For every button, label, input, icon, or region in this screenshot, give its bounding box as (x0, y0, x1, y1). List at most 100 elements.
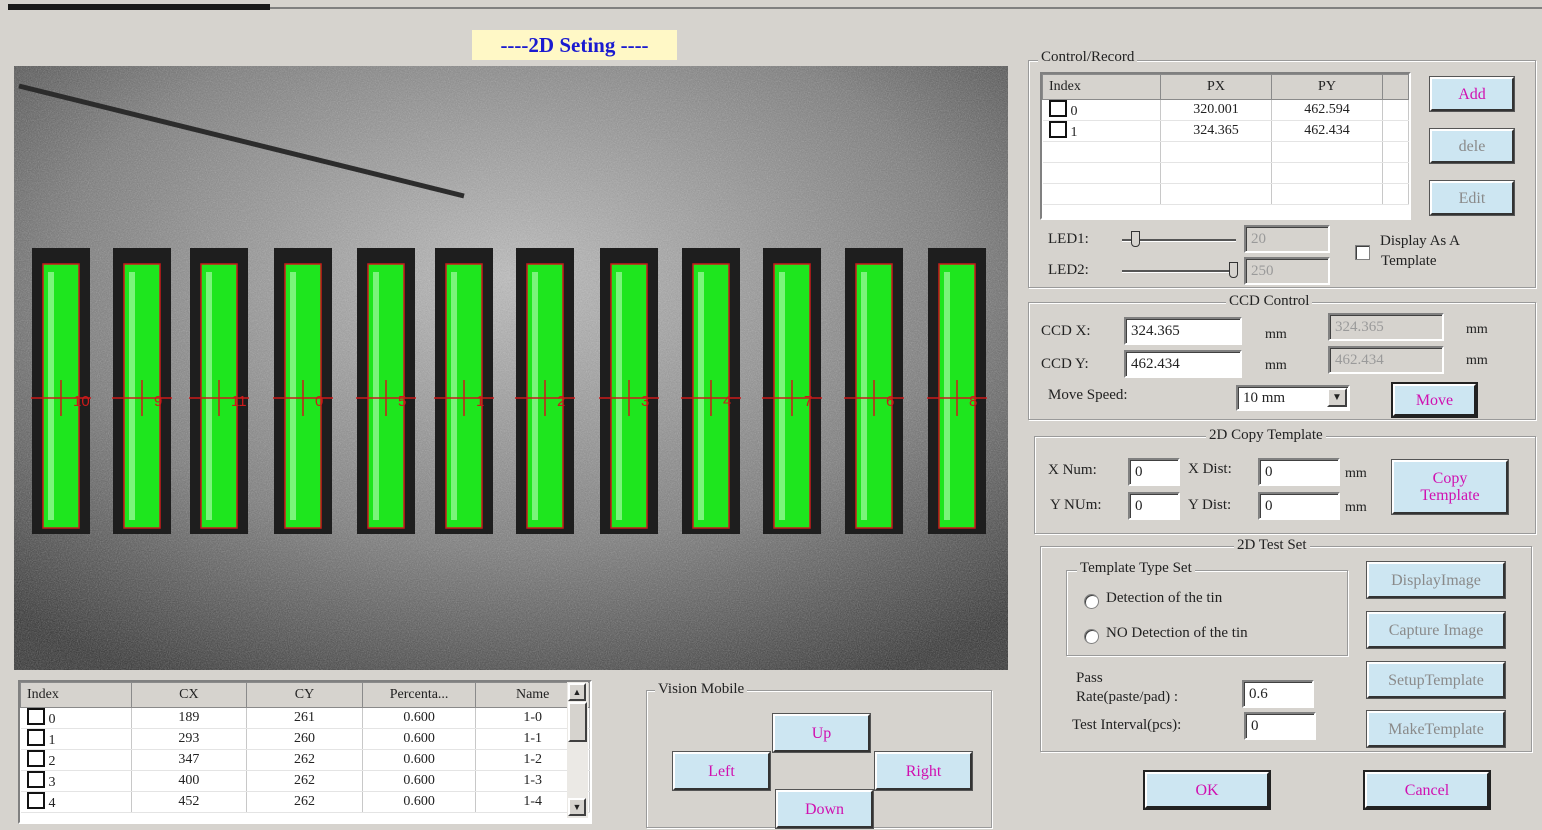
test-interval-input[interactable]: 0 (1244, 712, 1316, 740)
col-py[interactable]: PY (1271, 74, 1383, 100)
row-checkbox[interactable] (26, 750, 45, 767)
table-row[interactable] (1042, 183, 1409, 205)
no-detection-tin-radio[interactable] (1084, 629, 1099, 644)
empty-cell (1271, 183, 1383, 205)
ccd-control-legend: CCD Control (1226, 293, 1313, 310)
x-dist-label: X Dist: (1188, 461, 1232, 477)
led2-slider-thumb[interactable] (1229, 262, 1238, 278)
table-row[interactable]: 3 400 262 0.600 1-3 (20, 770, 590, 792)
scroll-down-icon[interactable]: ▼ (568, 798, 586, 816)
move-up-button[interactable]: Up (772, 713, 871, 753)
ok-button[interactable]: OK (1143, 770, 1271, 810)
move-button[interactable]: Move (1391, 382, 1478, 418)
row-px: 324.365 (1160, 120, 1272, 142)
add-button[interactable]: Add (1429, 76, 1515, 112)
row-checkbox[interactable] (26, 729, 45, 746)
row-checkbox[interactable] (26, 771, 45, 788)
row-index[interactable]: 0 (20, 707, 132, 729)
table-row[interactable]: 0 320.001 462.594 (1042, 99, 1409, 121)
y-dist-input[interactable]: 0 (1258, 492, 1340, 520)
copy-template-label-2: Template (1420, 487, 1480, 504)
row-percentage: 0.600 (362, 728, 477, 750)
control-record-legend: Control/Record (1038, 49, 1138, 66)
col-percentage[interactable]: Percenta... (361, 682, 477, 708)
copy-template-button[interactable]: Copy Template (1391, 459, 1509, 515)
display-as-template-label: Display As A (1380, 233, 1461, 249)
delete-button[interactable]: dele (1429, 128, 1515, 164)
ccd-x-readout-unit: mm (1466, 322, 1488, 337)
pad-highlight (779, 272, 785, 520)
result-table[interactable]: Index CX CY Percenta... Name 0 189 261 0.60… (18, 680, 592, 824)
detection-tin-label: Detection of the tin (1106, 590, 1223, 606)
row-index[interactable]: 2 (20, 749, 132, 771)
col-px[interactable]: PX (1160, 74, 1272, 100)
table-row[interactable]: 1 293 260 0.600 1-1 (20, 728, 590, 750)
pad-highlight (451, 272, 457, 520)
capture-image-button[interactable]: Capture Image (1366, 611, 1506, 649)
x-num-input[interactable]: 0 (1128, 458, 1180, 486)
y-num-input[interactable]: 0 (1128, 492, 1180, 520)
move-left-button[interactable]: Left (672, 751, 771, 791)
row-checkbox[interactable] (1048, 121, 1067, 138)
solder-pad: 0 (273, 248, 333, 534)
table-row[interactable]: 4 452 262 0.600 1-4 (20, 791, 590, 813)
row-checkbox[interactable] (1048, 100, 1067, 117)
ccd-y-readout: 462.434 (1328, 346, 1444, 374)
led1-label: LED1: (1048, 231, 1089, 247)
edit-button[interactable]: Edit (1429, 180, 1515, 216)
ccd-x-label: CCD X: (1041, 323, 1091, 339)
solder-pad: 8 (927, 248, 987, 534)
table-row[interactable] (1042, 141, 1409, 163)
row-index[interactable]: 3 (20, 770, 132, 792)
led2-slider-track[interactable] (1122, 270, 1236, 273)
display-as-template-checkbox[interactable] (1355, 245, 1370, 260)
table-row[interactable]: 0 189 261 0.600 1-0 (20, 707, 590, 729)
setup-template-button[interactable]: SetupTemplate (1366, 661, 1506, 699)
empty-cell (1160, 141, 1272, 163)
record-table[interactable]: Index PX PY 0 320.001 462.594 1 324.365 462.4… (1040, 72, 1411, 220)
detection-tin-radio[interactable] (1084, 594, 1099, 609)
led1-slider-thumb[interactable] (1130, 231, 1140, 247)
no-detection-tin-label: NO Detection of the tin (1106, 625, 1248, 641)
pad-highlight (48, 272, 54, 520)
pad-highlight (861, 272, 867, 520)
make-template-button[interactable]: MakeTemplate (1366, 710, 1506, 748)
col-index[interactable]: Index (1042, 74, 1161, 100)
display-image-button[interactable]: DisplayImage (1366, 561, 1506, 599)
row-index-value: 1 (1070, 125, 1078, 140)
pass-rate-input[interactable]: 0.6 (1242, 680, 1314, 708)
camera-image: 10 9 11 0 5 1 2 3 4 7 6 8 (14, 66, 1008, 670)
row-index[interactable]: 0 (1042, 99, 1161, 121)
col-cx[interactable]: CX (130, 682, 248, 708)
row-cy: 262 (246, 770, 363, 792)
x-num-label: X Num: (1048, 462, 1097, 478)
result-scrollbar[interactable]: ▲ ▼ (567, 682, 588, 818)
col-cy[interactable]: CY (246, 682, 363, 708)
table-row[interactable]: 2 347 262 0.600 1-2 (20, 749, 590, 771)
col-index[interactable]: Index (20, 682, 132, 708)
cancel-button[interactable]: Cancel (1363, 770, 1491, 810)
x-dist-input[interactable]: 0 (1258, 458, 1340, 486)
ccd-x-input[interactable]: 324.365 (1124, 317, 1242, 345)
table-row[interactable] (1042, 162, 1409, 184)
scroll-up-icon[interactable]: ▲ (568, 683, 586, 701)
scroll-thumb[interactable] (568, 702, 587, 742)
row-checkbox[interactable] (26, 792, 45, 809)
row-cy: 261 (246, 707, 363, 729)
row-index[interactable]: 4 (20, 791, 132, 813)
row-index[interactable]: 1 (20, 728, 132, 750)
led2-label: LED2: (1048, 262, 1089, 278)
table-row[interactable]: 1 324.365 462.434 (1042, 120, 1409, 142)
row-index[interactable]: 1 (1042, 120, 1161, 142)
camera-view[interactable]: 10 9 11 0 5 1 2 3 4 7 6 8 (14, 66, 1008, 670)
row-percentage: 0.600 (362, 770, 477, 792)
pad-label: 4 (723, 393, 731, 410)
ccd-y-input[interactable]: 462.434 (1124, 350, 1242, 378)
row-cx: 347 (131, 749, 248, 771)
move-right-button[interactable]: Right (874, 751, 973, 791)
y-dist-unit: mm (1345, 500, 1367, 515)
chevron-down-icon[interactable]: ▼ (1327, 388, 1347, 407)
move-down-button[interactable]: Down (775, 789, 874, 829)
solder-pad: 1 (434, 248, 494, 534)
row-checkbox[interactable] (26, 708, 45, 725)
